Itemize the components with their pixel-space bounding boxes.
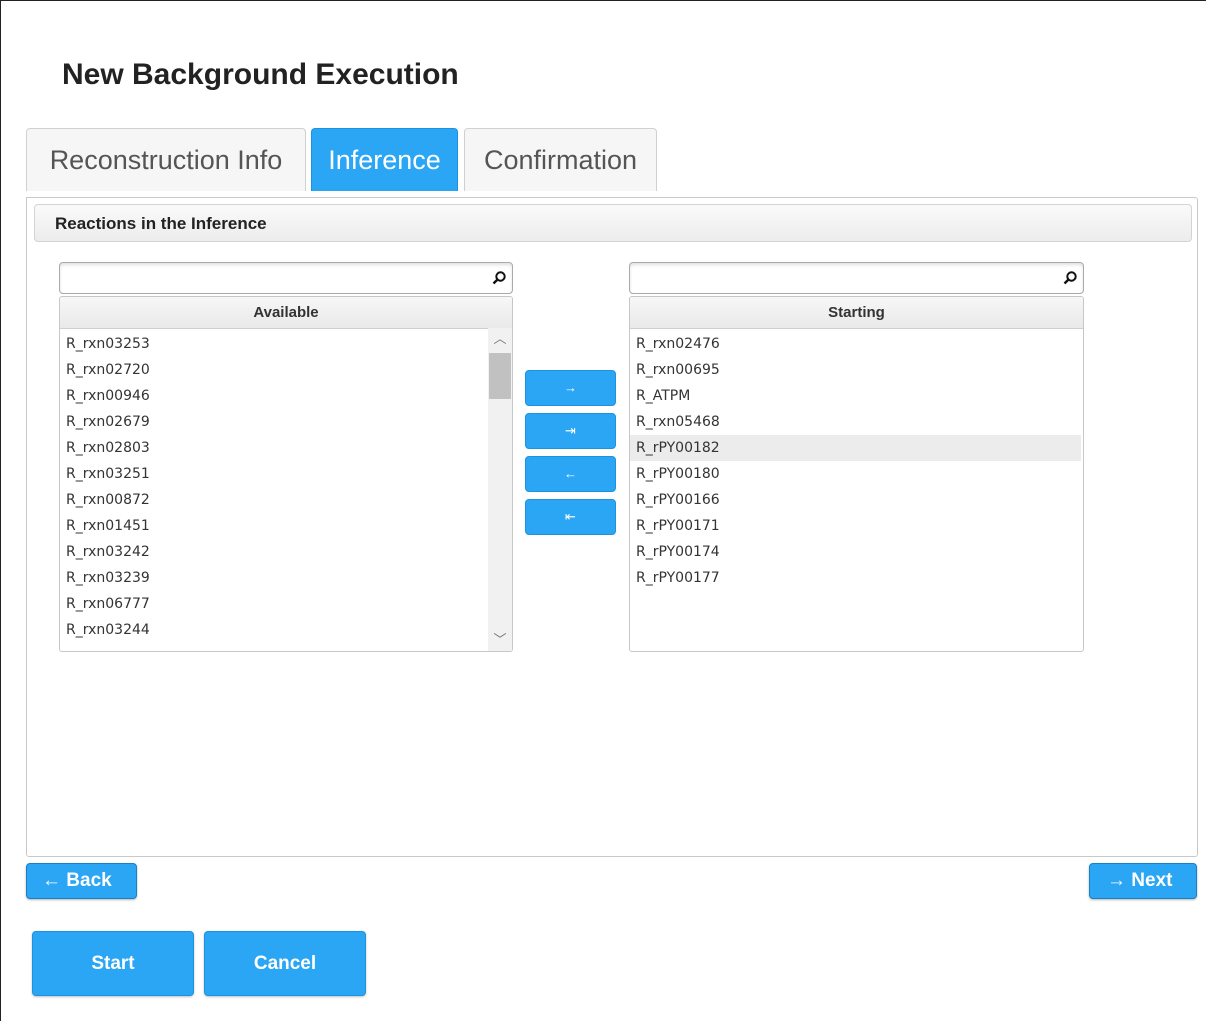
available-scrollbar[interactable]: ︿ ﹀: [488, 328, 512, 651]
chevron-up-icon[interactable]: ︿: [488, 328, 512, 350]
back-button[interactable]: ← Back: [26, 863, 137, 899]
available-search-input[interactable]: [60, 263, 470, 291]
add-all-button[interactable]: ⇥: [525, 413, 616, 449]
next-button[interactable]: → Next: [1089, 863, 1197, 899]
list-item[interactable]: R_rxn02803: [60, 435, 512, 461]
starting-search-input[interactable]: [630, 263, 1041, 291]
available-list: Available R_rxn03253 R_rxn02720 R_rxn00946…: [59, 296, 513, 652]
list-item[interactable]: R_rxn01451: [60, 513, 512, 539]
scroll-thumb[interactable]: [489, 353, 511, 399]
chevron-down-icon[interactable]: ﹀: [488, 629, 512, 651]
tab-confirmation[interactable]: Confirmation: [464, 128, 657, 191]
list-item[interactable]: R_rxn03244: [60, 617, 512, 643]
starting-items: R_rxn02476 R_rxn00695 R_ATPM R_rxn05468 R_rP…: [630, 329, 1083, 591]
list-item[interactable]: R_rPY00174: [630, 539, 1083, 565]
list-item[interactable]: R_rxn06777: [60, 591, 512, 617]
list-item[interactable]: R_rxn03251: [60, 461, 512, 487]
list-item[interactable]: R_ATPM: [630, 383, 1083, 409]
list-item[interactable]: R_rPY00177: [630, 565, 1083, 591]
tab-reconstruction-info[interactable]: Reconstruction Info: [26, 128, 306, 191]
list-item[interactable]: R_rxn02720: [60, 357, 512, 383]
available-header: Available: [60, 297, 512, 329]
list-item[interactable]: R_rxn00946: [60, 383, 512, 409]
remove-button[interactable]: ←: [525, 456, 616, 492]
list-item[interactable]: R_rxn00695: [630, 357, 1083, 383]
list-item[interactable]: R_rxn05468: [630, 409, 1083, 435]
list-item[interactable]: R_rxn00872: [60, 487, 512, 513]
list-item[interactable]: R_rxn03253: [60, 331, 512, 357]
available-items: R_rxn03253 R_rxn02720 R_rxn00946 R_rxn02679…: [60, 329, 512, 643]
start-button[interactable]: Start: [32, 931, 194, 996]
remove-all-button[interactable]: ⇤: [525, 499, 616, 535]
panel-header: Reactions in the Inference: [34, 204, 1192, 242]
list-item[interactable]: R_rPY00171: [630, 513, 1083, 539]
add-button[interactable]: →: [525, 370, 616, 406]
starting-filter: [629, 262, 1084, 294]
list-item[interactable]: R_rPY00166: [630, 487, 1083, 513]
list-item[interactable]: R_rxn02679: [60, 409, 512, 435]
search-icon[interactable]: [491, 270, 507, 286]
page-title: New Background Execution: [62, 58, 459, 91]
starting-header: Starting: [630, 297, 1083, 329]
starting-list: Starting R_rxn02476 R_rxn00695 R_ATPM R_rxn…: [629, 296, 1084, 652]
available-filter: [59, 262, 513, 294]
tab-inference[interactable]: Inference: [311, 128, 458, 191]
list-item[interactable]: R_rPY00180: [630, 461, 1083, 487]
list-item[interactable]: R_rxn02476: [630, 331, 1083, 357]
search-icon[interactable]: [1062, 270, 1078, 286]
list-item[interactable]: R_rxn03239: [60, 565, 512, 591]
list-item[interactable]: R_rxn03242: [60, 539, 512, 565]
list-item[interactable]: R_rPY00182: [630, 435, 1081, 461]
cancel-button[interactable]: Cancel: [204, 931, 366, 996]
